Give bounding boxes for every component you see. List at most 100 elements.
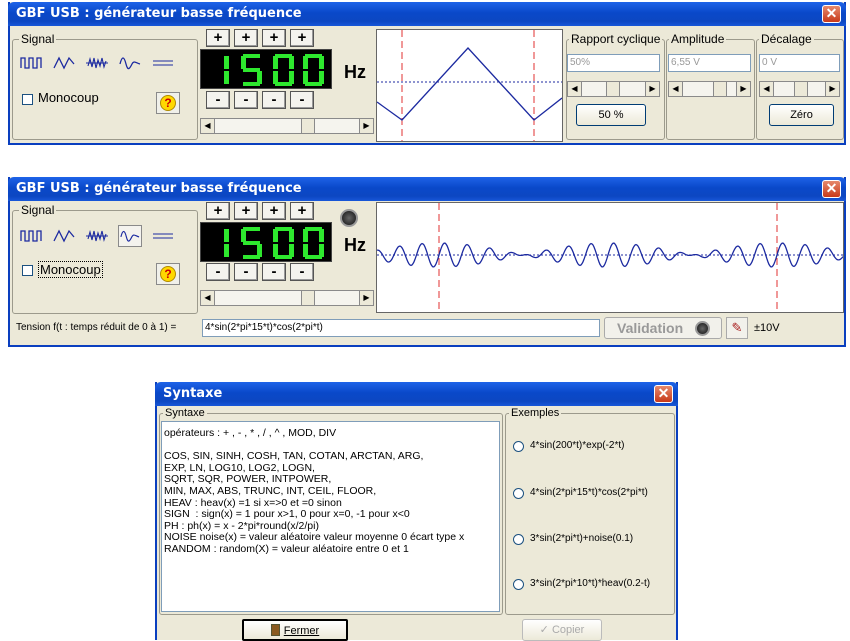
- monocoup-label: Monocoup: [38, 261, 103, 278]
- syntaxe-group-label: Syntaxe: [163, 407, 207, 419]
- help-icon: ?: [160, 266, 176, 282]
- example-radio-1[interactable]: [513, 441, 524, 452]
- digit4-minus-button[interactable]: -: [290, 91, 314, 109]
- examples-group-label: Exemples: [509, 407, 562, 419]
- copier-label: Copier: [551, 624, 585, 636]
- digit2-plus-button[interactable]: +: [234, 202, 258, 220]
- monocoup-checkbox[interactable]: [22, 265, 33, 276]
- digit3-minus-button[interactable]: -: [262, 91, 286, 109]
- frequency-scrollbar[interactable]: ◀ ▶: [200, 118, 374, 134]
- plot-settings-button[interactable]: ✎: [726, 317, 748, 339]
- close-button[interactable]: ✕: [654, 385, 673, 403]
- formula-input[interactable]: 4*sin(2*pi*15*t)*cos(2*pi*t): [202, 319, 600, 337]
- digit-decimal-0: [303, 54, 324, 86]
- close-button[interactable]: ✕: [822, 180, 841, 198]
- zero-button[interactable]: Zéro: [769, 104, 834, 126]
- frequency-display: [200, 222, 332, 262]
- rapport-cyclique-field[interactable]: 50%: [567, 54, 660, 72]
- triangle-wave-icon: [53, 56, 75, 70]
- digit-1: [224, 56, 229, 84]
- title-bar: GBF USB : générateur basse fréquence: [8, 2, 846, 26]
- amplitude-label: Amplitude: [669, 32, 727, 46]
- example-label-2[interactable]: 4*sin(2*pi*15*t)*cos(2*pi*t): [530, 487, 648, 498]
- decalage-label: Décalage: [759, 32, 814, 46]
- syntaxe-dialog: Syntaxe ✕ Syntaxe opérateurs : + , - , *…: [155, 382, 678, 641]
- digit-1: [224, 229, 229, 257]
- digit1-plus-button[interactable]: +: [206, 29, 230, 47]
- tension-label: Tension f(t : temps réduit de 0 à 1) =: [16, 322, 177, 333]
- triangle-wave-button[interactable]: [52, 52, 76, 74]
- validation-button[interactable]: Validation: [604, 317, 722, 339]
- frequency-display: [200, 49, 332, 89]
- example-label-1[interactable]: 4*sin(200*t)*exp(-2*t): [530, 440, 625, 451]
- noise-wave-button[interactable]: [85, 52, 109, 74]
- frequency-scrollbar[interactable]: ◀ ▶: [200, 290, 374, 306]
- dc-level-button[interactable]: [151, 225, 175, 247]
- signal-group-label: Signal: [19, 32, 57, 46]
- oscilloscope-view: [376, 202, 844, 313]
- digit2-minus-button[interactable]: -: [234, 91, 258, 109]
- record-icon: [695, 321, 710, 336]
- oscilloscope-view: [376, 29, 563, 142]
- decalage-field[interactable]: 0 V: [759, 54, 840, 72]
- syntax-reference-text: opérateurs : + , - , * , / , ^ , MOD, DI…: [161, 421, 500, 612]
- record-button[interactable]: [340, 209, 358, 227]
- monocoup-checkbox[interactable]: [22, 94, 33, 105]
- example-label-4[interactable]: 3*sin(2*pi*10*t)*heav(0.2-t): [530, 578, 650, 589]
- square-wave-icon: [20, 57, 42, 69]
- decalage-scrollbar[interactable]: ◀ ▶: [759, 81, 840, 97]
- frequency-unit: Hz: [344, 62, 366, 82]
- damped-wave-button[interactable]: [118, 225, 142, 247]
- damped-wave-icon: [120, 230, 140, 242]
- help-button[interactable]: ?: [156, 263, 180, 285]
- digit2-minus-button[interactable]: -: [234, 263, 258, 281]
- gbf-window-1: GBF USB : générateur basse fréquence ✕ S…: [8, 2, 846, 145]
- dc-level-icon: [153, 60, 173, 66]
- monocoup-label: Monocoup: [38, 90, 99, 105]
- dc-level-icon: [153, 233, 173, 239]
- triangle-wave-icon: [53, 229, 75, 243]
- help-button[interactable]: ?: [156, 92, 180, 114]
- example-radio-2[interactable]: [513, 488, 524, 499]
- digit4-plus-button[interactable]: +: [290, 29, 314, 47]
- example-radio-4[interactable]: [513, 579, 524, 590]
- digit2-plus-button[interactable]: +: [234, 29, 258, 47]
- noise-wave-button[interactable]: [85, 225, 109, 247]
- dc-level-button[interactable]: [151, 52, 175, 74]
- digit3-minus-button[interactable]: -: [262, 263, 286, 281]
- digit3-plus-button[interactable]: +: [262, 202, 286, 220]
- amplitude-scrollbar[interactable]: ◀ ▶: [668, 81, 751, 97]
- digit-0: [273, 227, 294, 259]
- amplitude-field[interactable]: 6,55 V: [668, 54, 751, 72]
- fermer-button[interactable]: Fermer: [242, 619, 348, 641]
- rapport-cyclique-scrollbar[interactable]: ◀ ▶: [567, 81, 660, 97]
- square-wave-button[interactable]: [19, 225, 43, 247]
- fermer-label: Fermer: [283, 625, 320, 637]
- damped-wave-button[interactable]: [118, 52, 142, 74]
- square-wave-icon: [20, 230, 42, 242]
- title-bar: GBF USB : générateur basse fréquence: [8, 177, 846, 201]
- validation-label: Validation: [617, 320, 684, 336]
- checkmark-icon: ✓: [539, 624, 549, 636]
- signal-group-label: Signal: [19, 203, 57, 217]
- example-label-3[interactable]: 3*sin(2*pi*t)+noise(0.1): [530, 533, 633, 544]
- damped-wave-icon: [119, 57, 141, 70]
- triangle-wave-button[interactable]: [52, 225, 76, 247]
- digit1-minus-button[interactable]: -: [206, 263, 230, 281]
- frequency-unit: Hz: [344, 235, 366, 255]
- digit-5: [241, 54, 262, 86]
- copier-button[interactable]: ✓ Copier: [522, 619, 602, 641]
- noise-wave-icon: [86, 56, 108, 70]
- title-bar: Syntaxe: [155, 382, 678, 406]
- close-button[interactable]: ✕: [822, 5, 841, 23]
- digit4-plus-button[interactable]: +: [290, 202, 314, 220]
- digit-5: [241, 227, 262, 259]
- rapport-50-button[interactable]: 50 %: [576, 104, 646, 126]
- digit1-plus-button[interactable]: +: [206, 202, 230, 220]
- example-radio-3[interactable]: [513, 534, 524, 545]
- digit1-minus-button[interactable]: -: [206, 91, 230, 109]
- digit4-minus-button[interactable]: -: [290, 263, 314, 281]
- square-wave-button[interactable]: [19, 52, 43, 74]
- digit3-plus-button[interactable]: +: [262, 29, 286, 47]
- gbf-window-2: GBF USB : générateur basse fréquence ✕ S…: [8, 177, 846, 347]
